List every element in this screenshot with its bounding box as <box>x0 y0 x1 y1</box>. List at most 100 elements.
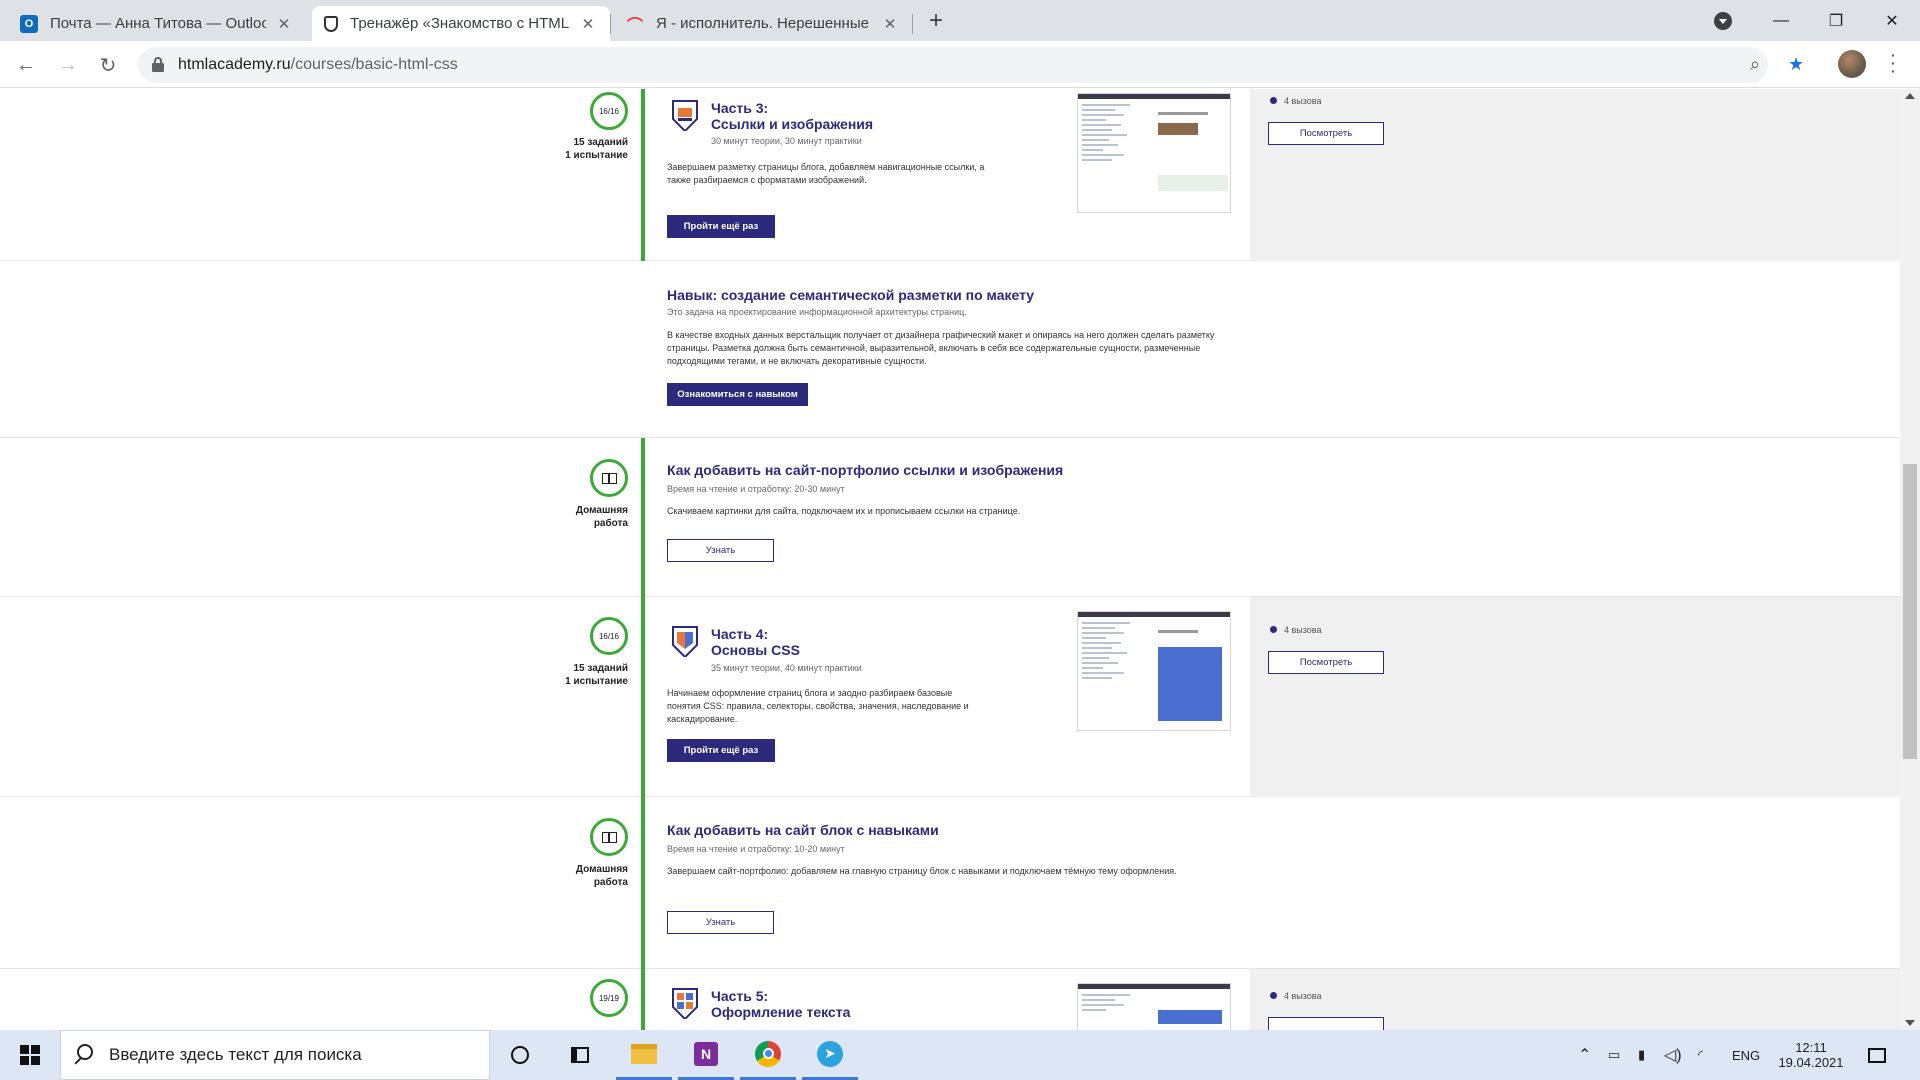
scroll-thumb[interactable] <box>1903 464 1917 759</box>
telegram-icon[interactable]: ➤ <box>802 1030 858 1080</box>
view-calls-button[interactable]: Посмотреть <box>1268 651 1384 674</box>
part-description: Завершаем разметку страницы блога, добав… <box>667 162 985 185</box>
onenote-icon[interactable]: N <box>678 1030 734 1080</box>
tasks-label: 15 заданий 1 испытание <box>565 137 628 161</box>
view-calls-button[interactable] <box>1268 1017 1384 1030</box>
skill-title: Навык: создание семантической разметки п… <box>667 287 1035 303</box>
skill-description: В качестве входных данных верстальщик по… <box>667 330 1215 366</box>
homework1-row: Домашняя работа Как добавить на сайт-порт… <box>0 438 1900 597</box>
part-duration: 30 минут теории, 30 минут практики <box>711 136 862 146</box>
part4-side-panel <box>1250 597 1900 797</box>
volume-icon[interactable]: ◁) <box>1664 1030 1682 1080</box>
part-title: Часть 4: Основы CSS <box>711 626 800 658</box>
part-preview-image[interactable] <box>1077 983 1231 1030</box>
back-button[interactable]: ← <box>10 49 42 81</box>
learn-button[interactable]: Узнать <box>667 911 774 934</box>
learn-button[interactable]: Узнать <box>667 539 774 562</box>
scroll-down-arrow[interactable] <box>1905 1020 1915 1026</box>
progress-node: 16/16 <box>590 617 628 655</box>
search-icon-handle <box>74 1057 82 1065</box>
homework-node <box>590 459 628 497</box>
zoom-icon[interactable]: ⌕ <box>1750 54 1760 75</box>
close-icon[interactable]: ✕ <box>578 15 598 33</box>
tray-chevron-icon[interactable]: ⌃ <box>1578 1030 1591 1080</box>
timeline-line <box>641 597 645 797</box>
close-icon[interactable]: ✕ <box>880 15 900 33</box>
calls-count: 4 вызова <box>1284 991 1322 1001</box>
tab-outlook[interactable]: O Почта — Анна Титова — Outlook ✕ <box>8 6 306 41</box>
homework-label: Домашняя работа <box>575 864 628 888</box>
cortana-button[interactable] <box>492 1030 548 1080</box>
retry-part-button[interactable]: Пройти ещё раз <box>667 215 775 238</box>
skill-row: Навык: создание семантической разметки п… <box>0 261 1900 438</box>
search-placeholder: Введите здесь текст для поиска <box>109 1045 362 1064</box>
tab-separator <box>912 14 913 34</box>
close-icon[interactable]: ✕ <box>274 15 294 33</box>
part-title: Часть 3: Ссылки и изображения <box>711 100 874 132</box>
tab-search-button[interactable] <box>1695 0 1751 41</box>
calls-count: 4 вызова <box>1284 96 1322 106</box>
book-icon <box>601 472 617 484</box>
part5-row: 19/19 Часть 5: Оформление текста 4 вызова <box>0 969 1900 1030</box>
tab-title: Я - исполнитель. Нерешенные <box>656 15 869 32</box>
clock[interactable]: 12:11 19.04.2021 <box>1776 1030 1846 1080</box>
tab-separator <box>610 14 611 34</box>
language-indicator[interactable]: ENG <box>1732 1030 1760 1080</box>
bookmark-star-icon[interactable]: ★ <box>1788 54 1804 75</box>
address-bar[interactable]: htmlacademy.ru/courses/basic-html-css ⌕ … <box>138 47 1804 83</box>
part-duration: 35 минут теории, 40 минут практики <box>711 663 862 673</box>
url-text[interactable]: htmlacademy.ru/courses/basic-html-css <box>178 56 458 74</box>
homework-time: Время на чтение и отработку: 20-30 минут <box>667 484 845 494</box>
homework-description: Скачиваем картинки для сайта, подключаем… <box>667 506 1021 516</box>
retry-part-button[interactable]: Пройти ещё раз <box>667 739 775 762</box>
skill-subtitle: Это задача на проектирование информацион… <box>667 307 967 317</box>
calls-count: 4 вызова <box>1284 625 1322 635</box>
forward-button[interactable]: → <box>52 49 84 81</box>
battery-icon[interactable]: ▮ <box>1638 1030 1645 1080</box>
part-title: Часть 5: Оформление текста <box>711 988 851 1020</box>
task-view-button[interactable] <box>552 1030 608 1080</box>
timeline-line <box>641 438 645 597</box>
browser-menu-icon[interactable]: · · · <box>1888 45 1898 81</box>
tab-yandex[interactable]: ⌒ Я - исполнитель. Нерешенные ✕ <box>614 6 912 41</box>
start-button[interactable] <box>2 1030 58 1080</box>
meet-now-icon[interactable]: ▭ <box>1608 1030 1620 1080</box>
part-preview-image[interactable] <box>1077 611 1231 731</box>
notifications-icon[interactable] <box>1868 1030 1886 1080</box>
timeline-line <box>641 969 645 1030</box>
tasks-label: 15 заданий 1 испытание <box>565 663 628 687</box>
scroll-up-arrow[interactable] <box>1905 93 1915 99</box>
new-tab-button[interactable]: + <box>922 8 950 36</box>
timeline-line <box>641 89 645 261</box>
text-shield-icon <box>672 988 698 1019</box>
progress-node: 19/19 <box>590 979 628 1017</box>
calls-dot <box>1270 626 1277 633</box>
clock-time: 12:11 <box>1795 1040 1827 1055</box>
minimize-button[interactable]: — <box>1753 0 1809 41</box>
outlook-icon: O <box>20 14 38 33</box>
close-window-button[interactable]: ✕ <box>1864 0 1920 41</box>
page-scrollbar[interactable] <box>1900 89 1920 1030</box>
windows-logo-icon <box>20 1045 40 1065</box>
homework-label: Домашняя работа <box>575 505 628 529</box>
profile-avatar[interactable] <box>1838 50 1866 78</box>
homework-title: Как добавить на сайт-портфолио ссылки и … <box>667 462 1064 478</box>
view-calls-button[interactable]: Посмотреть <box>1268 122 1384 145</box>
windows-taskbar: Введите здесь текст для поиска N ➤ ⌃ ▭ ▮… <box>0 1030 1920 1080</box>
css-shield-icon <box>672 626 698 657</box>
course-page: 16/16 15 заданий 1 испытание Часть 3: Ссыл… <box>0 89 1900 1030</box>
restore-button[interactable]: ❐ <box>1808 0 1864 41</box>
timeline-line <box>641 797 645 969</box>
calls-dot <box>1270 992 1277 999</box>
reload-button[interactable]: ↻ <box>92 49 124 81</box>
chrome-icon[interactable] <box>740 1030 796 1080</box>
part4-row: 16/16 15 заданий 1 испытание Часть 4: Осно… <box>0 597 1900 797</box>
progress-node: 16/16 <box>590 92 628 130</box>
skill-button[interactable]: Ознакомиться с навыком <box>667 383 808 406</box>
network-icon[interactable]: ◜ <box>1698 1030 1703 1080</box>
tab-htmlacademy[interactable]: Тренажёр «Знакомство с HTML ✕ <box>312 6 610 41</box>
part-preview-image[interactable] <box>1077 93 1231 213</box>
file-explorer-icon[interactable] <box>616 1030 672 1080</box>
tab-title: Почта — Анна Титова — Outlook <box>50 15 266 32</box>
taskbar-search[interactable]: Введите здесь текст для поиска <box>60 1030 490 1080</box>
